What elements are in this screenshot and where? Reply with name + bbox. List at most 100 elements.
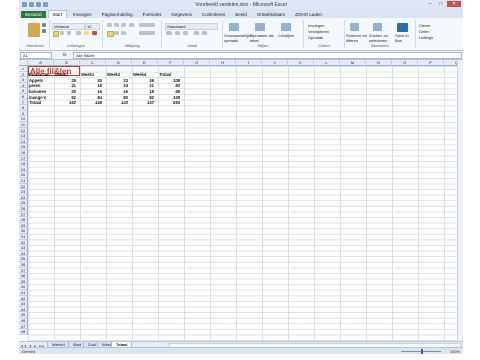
cell-grid[interactable] [28, 66, 460, 341]
table-cell[interactable]: 143 [108, 100, 128, 105]
format-cells-button[interactable]: Opmaak [308, 35, 323, 40]
table-cell[interactable]: 92 [56, 95, 76, 100]
tab-developer[interactable]: Ontwikkelaars [253, 11, 289, 18]
align-middle-icon[interactable] [114, 23, 119, 27]
close-icon[interactable]: ✕ [447, 1, 461, 7]
copy-icon[interactable] [42, 29, 46, 33]
tab-data[interactable]: Gegevens [167, 11, 196, 18]
tab-page-layout[interactable]: Pagina-indeling [98, 11, 137, 18]
minimize-icon[interactable]: – [425, 1, 435, 7]
table-header-cell[interactable]: Week4 [133, 72, 146, 77]
table-header-cell[interactable]: Week2 [107, 72, 120, 77]
underline-icon[interactable] [67, 31, 71, 35]
clever-button[interactable]: Clever [419, 23, 431, 28]
find-select-button[interactable]: Zoeken en selecteren [369, 33, 391, 43]
wrap-text-icon[interactable] [139, 23, 155, 27]
cell-styles-button[interactable]: Celstijlen [278, 33, 300, 38]
align-left-icon[interactable] [107, 31, 114, 37]
table-cell[interactable]: peren [29, 83, 40, 88]
maximize-icon[interactable]: □ [436, 1, 446, 7]
table-cell[interactable]: 68 [160, 89, 180, 94]
fill-color-icon[interactable] [84, 31, 89, 35]
font-color-icon[interactable] [92, 31, 97, 35]
table-header-cell[interactable]: Totaal [159, 72, 171, 77]
box-icon[interactable] [397, 23, 408, 32]
table-cell[interactable]: 23 [108, 78, 128, 83]
tab-start[interactable]: Start [47, 10, 68, 18]
table-header-cell[interactable]: Week1 [81, 72, 94, 77]
table-cell[interactable]: 162 [56, 100, 76, 105]
number-format-select[interactable]: Standaard [165, 23, 218, 30]
tab-view[interactable]: Beeld [231, 11, 251, 18]
table-cell[interactable]: 147 [134, 100, 154, 105]
increase-decimal-icon[interactable] [194, 31, 199, 35]
sort-filter-icon[interactable] [350, 23, 359, 31]
delete-cells-button[interactable]: Verwijderen [308, 29, 329, 34]
table-cell[interactable]: 108 [160, 78, 180, 83]
align-top-icon[interactable] [107, 23, 112, 27]
table-cell[interactable]: 82 [134, 95, 154, 100]
decrease-decimal-icon[interactable] [202, 31, 207, 35]
table-header-cell[interactable]: Week1 [55, 72, 68, 77]
table-cell[interactable]: 84 [82, 95, 102, 100]
sort-filter-button[interactable]: Sorteren en filteren [346, 33, 368, 43]
bold-icon[interactable] [53, 31, 59, 37]
format-table-icon[interactable] [255, 23, 265, 31]
table-cell[interactable]: 594 [160, 100, 180, 105]
share-button[interactable]: Delen [419, 29, 429, 34]
table-cell[interactable]: 29 [56, 78, 76, 83]
table-cell[interactable]: 18 [82, 83, 102, 88]
table-cell[interactable]: Appels [29, 78, 43, 83]
tab-review[interactable]: Controleren [198, 11, 230, 18]
italic-icon[interactable] [60, 31, 64, 35]
table-cell[interactable]: 338 [160, 95, 180, 100]
table-cell[interactable]: 26 [134, 78, 154, 83]
zoom-slider-knob[interactable] [421, 349, 423, 354]
conditional-format-icon[interactable] [229, 23, 239, 31]
font-name-select[interactable]: Verdana [52, 23, 85, 30]
comma-icon[interactable] [183, 31, 188, 35]
border-icon[interactable] [76, 31, 81, 35]
table-cell[interactable]: 82 [160, 83, 180, 88]
cell-styles-icon[interactable] [281, 23, 291, 31]
orientation-icon[interactable] [129, 23, 134, 27]
table-cell[interactable]: 21 [134, 83, 154, 88]
insert-cells-button[interactable]: Invoegen [308, 23, 324, 28]
table-cell[interactable]: mango's [29, 95, 46, 100]
format-as-table-button[interactable]: Opmaken als tabel [250, 33, 274, 43]
paste-icon[interactable] [28, 23, 40, 37]
merge-center-icon[interactable] [139, 31, 155, 35]
worksheet[interactable]: ABCDEFGHIJKLMNOPQ 1234567891011121314151… [19, 60, 463, 341]
align-right-icon[interactable] [121, 31, 126, 35]
align-bottom-icon[interactable] [121, 23, 126, 27]
fx-icon[interactable]: fx [63, 52, 67, 57]
conditional-format-button[interactable]: Voorwaardelijke opmaak [224, 33, 252, 43]
row-header[interactable]: 48 [19, 329, 28, 335]
table-cell[interactable]: Totaal [29, 100, 41, 105]
table-cell[interactable]: 16 [108, 89, 128, 94]
tab-zoho[interactable]: ZOHO Laden [291, 11, 326, 18]
tab-formulas[interactable]: Formules [139, 11, 166, 18]
table-header-cell[interactable]: Producten [29, 72, 50, 77]
table-cell[interactable]: 18 [134, 89, 154, 94]
find-select-icon[interactable] [373, 23, 382, 31]
formula-input[interactable]: Alle fil&ten [73, 52, 462, 59]
cut-icon[interactable] [42, 23, 46, 27]
table-cell[interactable]: 24 [108, 83, 128, 88]
table-cell[interactable]: 21 [56, 83, 76, 88]
table-cell[interactable]: 20 [56, 89, 76, 94]
table-cell[interactable]: bananen [29, 89, 46, 94]
save-to-box-button[interactable]: Save to Box [395, 33, 413, 43]
name-box[interactable]: A1 [20, 52, 52, 59]
currency-icon[interactable] [166, 31, 172, 35]
percent-icon[interactable] [175, 31, 180, 35]
table-cell[interactable]: 146 [82, 100, 102, 105]
align-center-icon[interactable] [114, 31, 119, 35]
font-size-select[interactable]: 10 [85, 23, 100, 30]
lettings-button[interactable]: Lettings [419, 35, 433, 40]
table-cell[interactable]: 16 [82, 89, 102, 94]
table-cell[interactable]: 30 [82, 78, 102, 83]
vertical-scrollbar[interactable] [457, 60, 463, 341]
tab-insert[interactable]: Invoegen [69, 11, 96, 18]
tab-file[interactable]: Bestand [21, 11, 46, 18]
